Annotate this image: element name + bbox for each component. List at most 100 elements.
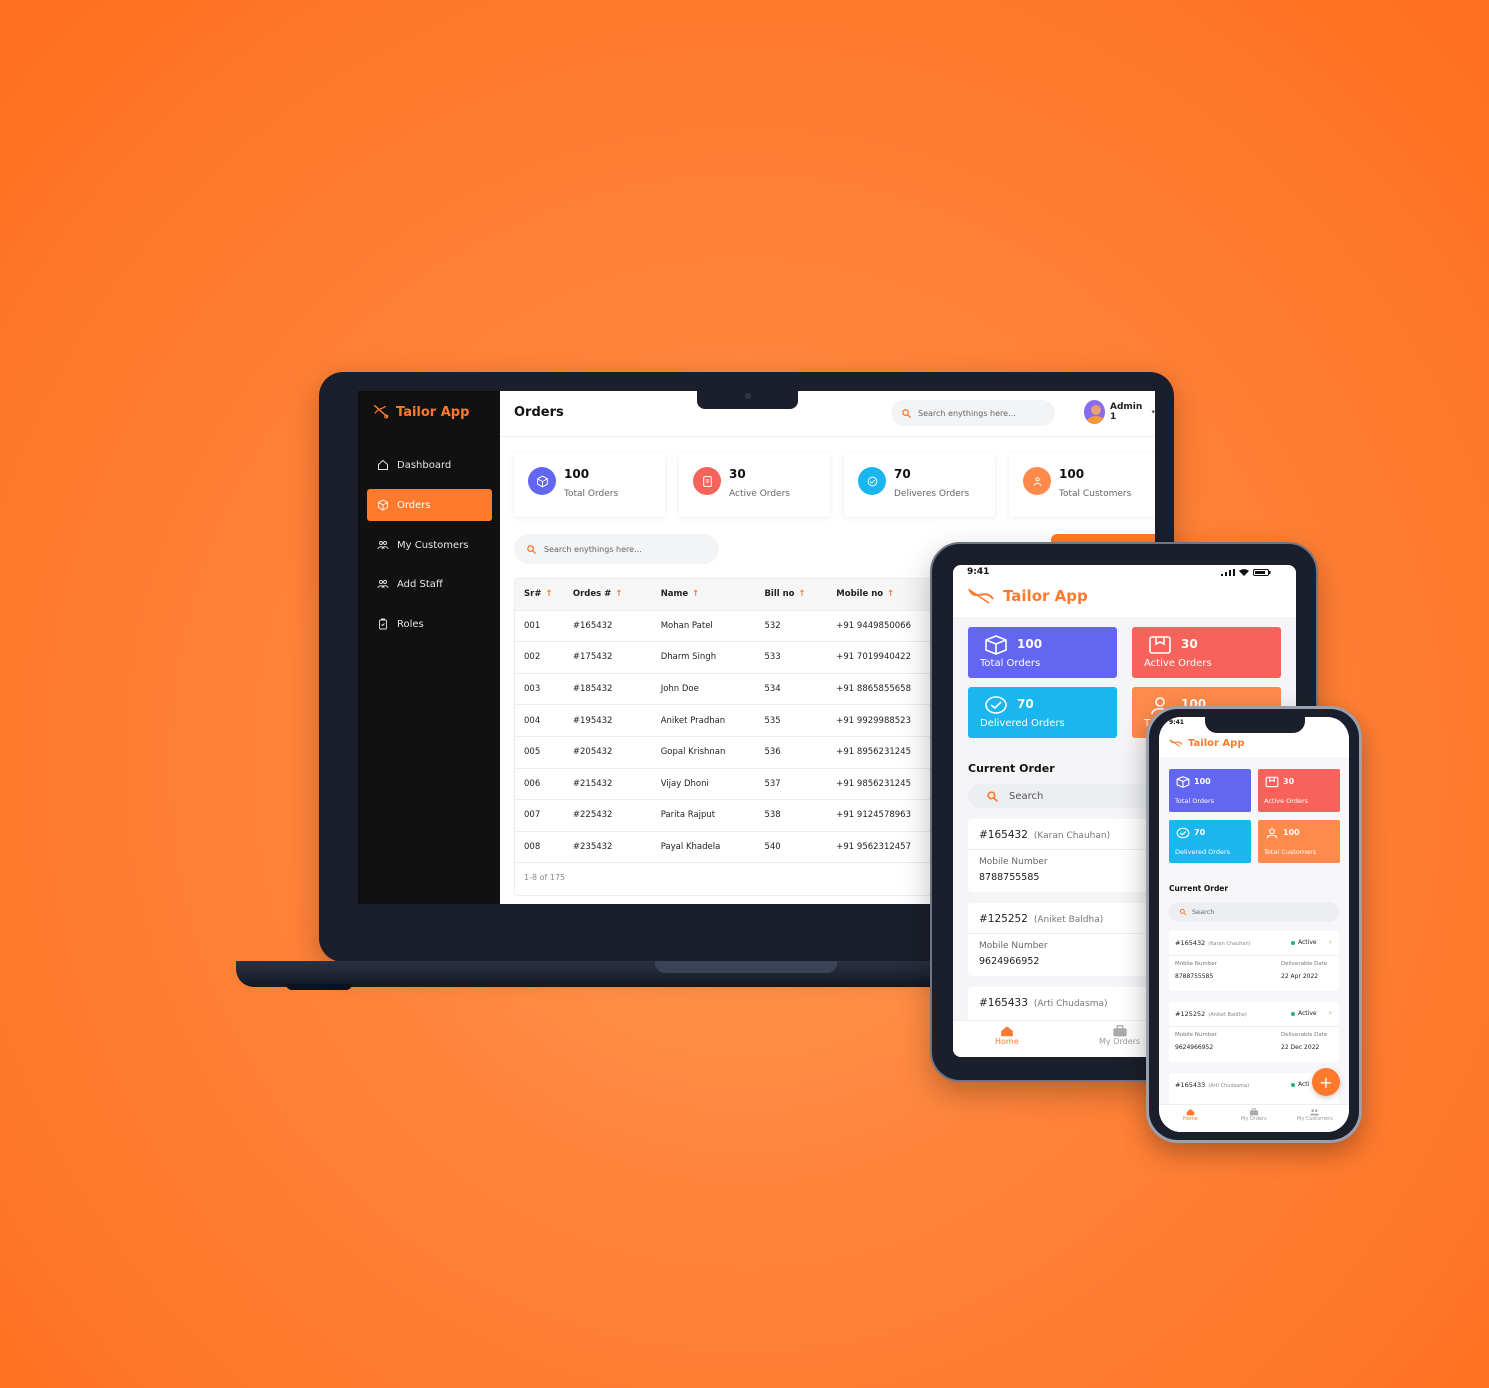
cell-mobile: +91 9929988523 <box>836 715 911 726</box>
order-id: #165432 <box>1175 939 1206 947</box>
table-row[interactable]: 007 #225432 Parita Rajput 538 +91 9124578963 <box>515 800 943 832</box>
column-header-name[interactable]: Name ↑ <box>653 589 757 599</box>
stat-card-active-orders: 30 Active Orders <box>679 453 830 517</box>
cell-mobile: +91 9124578963 <box>836 810 911 821</box>
mobile-label: Mobile Number <box>1175 961 1217 967</box>
date-label: Deliverable Date <box>1281 961 1328 967</box>
check-circle-icon <box>858 467 886 495</box>
phone-notch <box>1205 717 1305 733</box>
column-header-order[interactable]: Ordes # ↑ <box>565 589 653 599</box>
stat-label: Active Orders <box>1144 658 1212 669</box>
table-row[interactable]: 005 #205432 Gopal Krishnan 536 +91 895623124… <box>515 737 943 769</box>
search-placeholder: Search <box>1192 908 1215 916</box>
sidebar-item-dashboard[interactable]: Dashboard <box>367 449 492 481</box>
order-id: #165433 <box>1175 1081 1206 1089</box>
stat-card-delivered-orders: 70 Delivered Orders <box>1169 820 1251 863</box>
table-row[interactable]: 008 #235432 Payal Khadela 540 +91 9562312457 <box>515 832 943 864</box>
mobile-value: 9624966952 <box>1175 1044 1214 1051</box>
stat-card-delivered-orders: 70 Deliveres Orders <box>844 453 995 517</box>
avatar <box>1084 400 1105 424</box>
tab-label: My Customers <box>1297 1116 1333 1122</box>
tab-my-customers[interactable]: My Customers <box>1297 1108 1333 1122</box>
app-name: Tailor App <box>396 404 470 420</box>
tab-my-orders[interactable]: My Orders <box>1241 1108 1267 1122</box>
status-dot-icon <box>1291 1082 1295 1087</box>
status-badge: Active <box>1298 939 1317 946</box>
cell-mobile: +91 9856231245 <box>836 778 911 789</box>
cell-order-id: #215432 <box>572 778 613 789</box>
date-label: Deliverable Date <box>1281 1032 1328 1038</box>
customer-name: (Arti Chudasma) <box>1208 1083 1250 1089</box>
mobile-value: 9624966952 <box>979 956 1040 967</box>
sort-icon: ↑ <box>545 589 553 600</box>
sidebar-item-my-customers[interactable]: My Customers <box>367 529 492 561</box>
cell-sr: 003 <box>524 684 541 695</box>
stat-card-delivered-orders: 70 Delivered Orders <box>968 687 1117 738</box>
cell-sr: 002 <box>524 652 541 663</box>
cell-bill-no: 538 <box>764 810 781 821</box>
cell-name: Parita Rajput <box>660 810 716 821</box>
chevron-right-icon[interactable]: › <box>1329 1009 1332 1017</box>
order-card[interactable]: #125252 (Aniket Baldha) Active › Mobile N… <box>1169 1002 1339 1062</box>
stat-label: Delivered Orders <box>980 718 1065 729</box>
stat-card-active-orders: 30 Active Orders <box>1258 769 1340 812</box>
user-menu[interactable]: Admin 1 ▾ <box>1084 400 1155 424</box>
sidebar-item-label: Add Staff <box>397 578 443 590</box>
cell-order-id: #205432 <box>572 747 613 758</box>
cell-bill-no: 540 <box>764 842 781 853</box>
app-logo[interactable]: Tailor App <box>372 403 469 421</box>
table-search-input[interactable]: Search enythings here... <box>514 534 719 564</box>
cell-sr: 008 <box>524 842 541 853</box>
cell-mobile: +91 8865855658 <box>836 684 911 695</box>
app-logo[interactable]: Tailor App <box>967 585 1088 607</box>
header-search-input[interactable]: Search enythings here... <box>891 400 1055 426</box>
order-card[interactable]: #165432 (Karan Chauhan) Active › Mobile N… <box>1169 931 1339 991</box>
status-icons <box>1221 569 1271 576</box>
sidebar-item-orders[interactable]: Orders <box>367 489 492 521</box>
search-input[interactable]: Search <box>968 784 1168 808</box>
search-input[interactable]: Search <box>1169 902 1339 922</box>
tab-home[interactable]: Home <box>995 1025 1019 1046</box>
add-order-fab[interactable]: + <box>1312 1068 1340 1096</box>
order-card[interactable]: #125252 (Aniket Baldha) Mobile Number 962… <box>968 903 1168 976</box>
table-row[interactable]: 004 #195432 Aniket Pradhan 535 +91 992998852… <box>515 705 943 737</box>
customer-name: (Aniket Baldha) <box>1033 915 1104 925</box>
orders-table: Sr# ↑ Ordes # ↑ Name ↑ Bill no ↑ Mobile no ↑ … <box>514 578 944 897</box>
table-row[interactable]: 006 #215432 Vijay Dhoni 537 +91 9856231245 <box>515 769 943 801</box>
order-card[interactable]: #165432 (Karan Chauhan) Mobile Number 878… <box>968 819 1168 892</box>
sidebar-item-label: Dashboard <box>397 459 452 471</box>
sidebar-item-roles[interactable]: Roles <box>367 608 492 640</box>
divider <box>968 933 1168 934</box>
app-logo[interactable]: Tailor App <box>1169 737 1244 749</box>
laptop-hinge <box>655 961 837 973</box>
stat-value: 100 <box>1283 828 1300 837</box>
status-time: 9:41 <box>967 567 990 577</box>
order-id: #165432 <box>979 829 1028 841</box>
table-row[interactable]: 002 #175432 Dharm Singh 533 +91 7019940422 <box>515 642 943 674</box>
tab-home[interactable]: Home <box>1183 1108 1198 1122</box>
cell-order-id: #195432 <box>572 715 613 726</box>
customers-icon <box>1310 1109 1320 1116</box>
cell-order-id: #225432 <box>572 810 613 821</box>
table-row[interactable]: 003 #185432 John Doe 534 +91 8865855658 <box>515 674 943 706</box>
cell-sr: 006 <box>524 778 541 789</box>
stat-label: Delivered Orders <box>1175 848 1231 856</box>
stat-value: 100 <box>1017 637 1043 651</box>
laptop-foot <box>286 984 352 990</box>
tab-my-orders[interactable]: My Orders <box>1099 1025 1140 1046</box>
cell-name: John Doe <box>660 684 699 695</box>
cell-mobile: +91 7019940422 <box>836 652 911 663</box>
order-id: #165433 <box>979 997 1028 1009</box>
column-header-sr[interactable]: Sr# ↑ <box>515 589 565 599</box>
sidebar-item-add-staff[interactable]: Add Staff <box>367 568 492 600</box>
chevron-right-icon[interactable]: › <box>1329 938 1332 946</box>
box-icon <box>985 635 1007 655</box>
section-title: Current Order <box>968 762 1055 775</box>
stat-card-active-orders: 30 Active Orders <box>1132 627 1281 678</box>
column-header-mobile[interactable]: Mobile no ↑ <box>828 589 943 599</box>
column-header-bill[interactable]: Bill no ↑ <box>756 589 828 599</box>
cell-name: Gopal Krishnan <box>660 747 726 758</box>
wifi-icon <box>1239 569 1249 576</box>
table-row[interactable]: 001 #165432 Mohan Patel 532 +91 9449850066 <box>515 611 943 643</box>
search-icon <box>1179 908 1187 916</box>
